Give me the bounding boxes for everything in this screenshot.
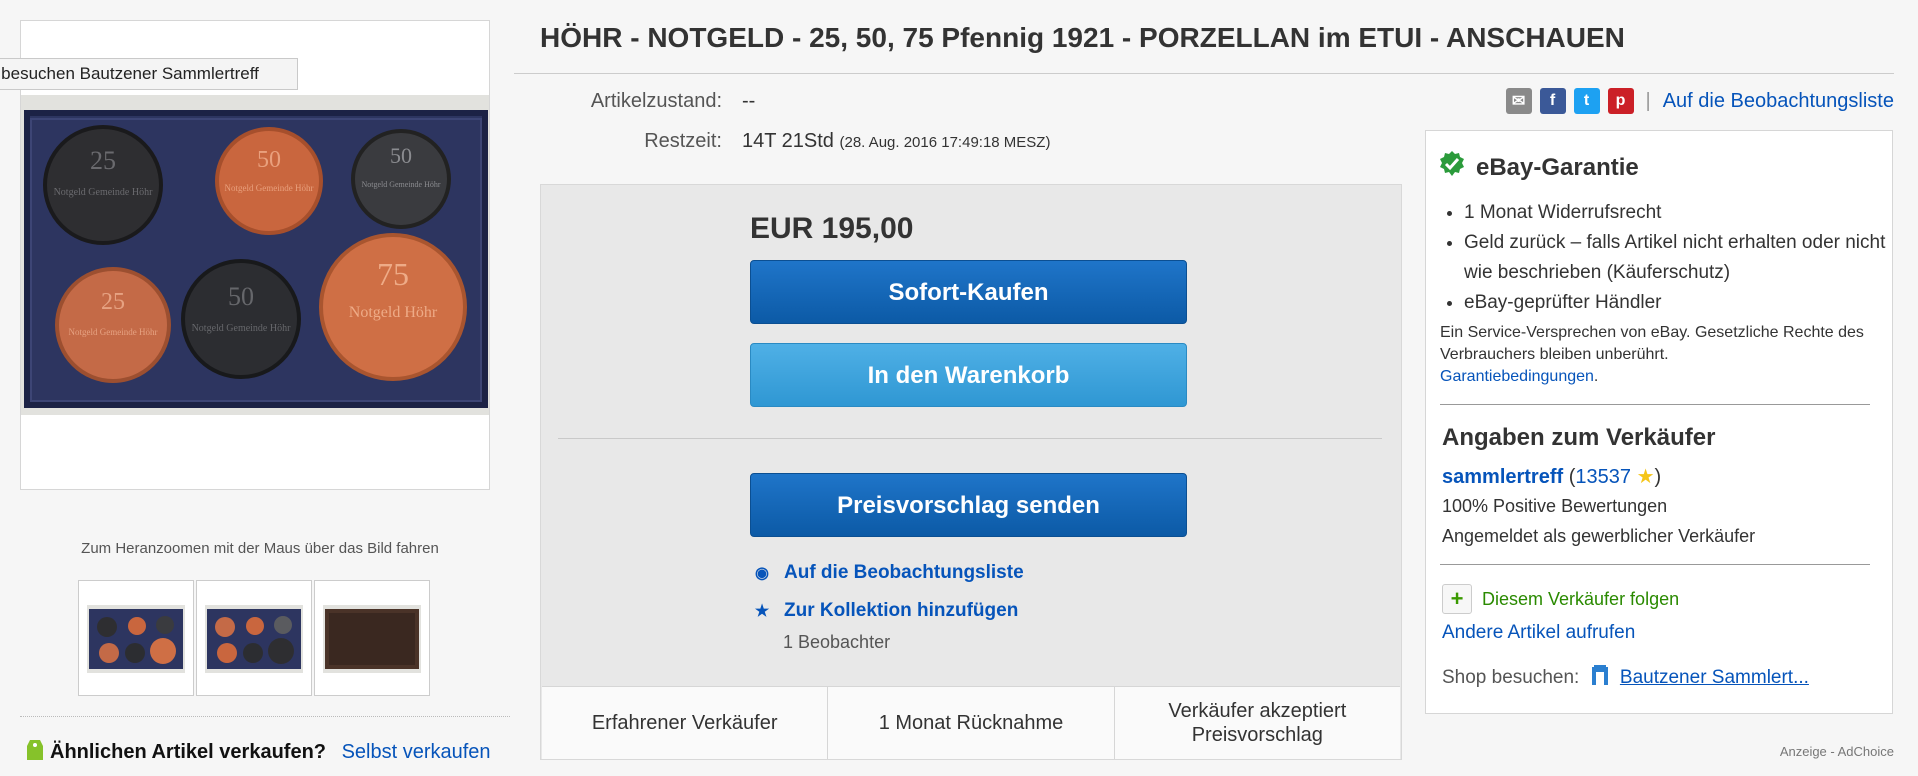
end-time: (28. Aug. 2016 17:49:18 MESZ) — [839, 134, 1051, 151]
sell-similar-label: Ähnlichen Artikel verkaufen? — [50, 741, 326, 763]
price: EUR 195,00 — [750, 212, 914, 245]
guarantee-note: Ein Service-Versprechen von eBay. Gesetz… — [1440, 322, 1880, 388]
divider — [514, 73, 1894, 74]
condition-label: Artikelzustand: — [590, 90, 722, 112]
twitter-icon[interactable]: t — [1573, 88, 1600, 114]
positive-feedback: 100% Positive Bewertungen — [1442, 496, 1668, 516]
coin-3-text: Notgeld Gemeinde Höhr — [361, 180, 440, 189]
coin-6-number: 75 — [377, 256, 409, 292]
collection-action[interactable]: ★ Zur Kollektion hinzufügen — [752, 600, 1018, 622]
feature-accepts-offer: Verkäufer akzeptiert Preisvorschlag — [1168, 700, 1347, 746]
watch-action-label: Auf die Beobachtungsliste — [784, 562, 1024, 583]
coin-6-text: Notgeld Höhr — [349, 304, 438, 321]
collection-action-label: Zur Kollektion hinzufügen — [784, 600, 1019, 621]
separator: | — [1645, 89, 1651, 112]
condition-value: -- — [742, 90, 756, 112]
coin-1-text: Notgeld Gemeinde Höhr — [54, 187, 154, 198]
terms-period: . — [1593, 368, 1599, 385]
thumbnail-1[interactable] — [78, 580, 194, 696]
facebook-icon[interactable]: f — [1539, 88, 1566, 114]
guarantee-item: eBay-geprüfter Händler — [1464, 288, 1904, 318]
time-left-value: 14T 21Std (28. Aug. 2016 17:49:18 MESZ) — [742, 130, 1050, 153]
time-left-duration: 14T 21Std — [742, 130, 834, 152]
divider — [1440, 404, 1870, 405]
add-to-cart-button[interactable]: In den Warenkorb — [750, 343, 1187, 407]
divider — [20, 716, 510, 717]
email-icon[interactable]: ✉ — [1505, 88, 1532, 114]
other-items-row: Andere Artikel aufrufen — [1442, 622, 1635, 644]
coin-4-number: 25 — [101, 289, 125, 315]
feature-strip: Erfahrener Verkäufer 1 Monat Rücknahme V… — [542, 686, 1400, 759]
sell-similar-row: Ähnlichen Artikel verkaufen? Selbst verk… — [26, 738, 491, 764]
plus-icon: + — [1442, 584, 1472, 614]
thumbnail-3[interactable] — [314, 580, 430, 696]
image-tooltip: o besuchen Bautzener Sammlertreff — [0, 58, 298, 90]
shop-row: Shop besuchen: Bautzener Sammlert... — [1442, 664, 1809, 689]
seller-name-link[interactable]: sammlertreff — [1442, 466, 1563, 488]
feature-experienced-seller: Erfahrener Verkäufer — [542, 687, 829, 759]
guarantee-title: eBay-Garantie — [1476, 153, 1639, 181]
watchlist-link[interactable]: Auf die Beobachtungsliste — [1663, 90, 1894, 113]
coin-3-number: 50 — [390, 143, 412, 168]
other-items-link[interactable]: Andere Artikel aufrufen — [1442, 622, 1635, 643]
guarantee-item: 1 Monat Widerrufsrecht — [1464, 198, 1904, 228]
make-offer-button[interactable]: Preisvorschlag senden — [750, 473, 1187, 537]
shop-label: Shop besuchen: — [1442, 667, 1580, 688]
eye-icon: ◉ — [755, 565, 769, 582]
thumbnail-2[interactable] — [196, 580, 312, 696]
divider — [1440, 564, 1870, 565]
sell-yourself-link[interactable]: Selbst verkaufen — [342, 741, 491, 763]
time-left-label: Restzeit: — [644, 130, 722, 152]
main-product-image[interactable]: 25 50 50 25 50 75 Notgeld Gemeinde Höhr … — [21, 95, 489, 415]
seller-name-row: sammlertreff (13537 ★) — [1442, 464, 1661, 489]
score-paren-close: ) — [1654, 466, 1662, 488]
pinterest-icon[interactable]: p — [1607, 88, 1634, 114]
guarantee-item: Geld zurück – falls Artikel nicht erhalt… — [1464, 228, 1904, 288]
guarantee-list: 1 Monat Widerrufsrecht Geld zurück – fal… — [1440, 198, 1904, 318]
shop-icon — [1591, 664, 1609, 686]
share-bar: ✉ f t p | Auf die Beobachtungsliste — [1505, 88, 1894, 114]
coin-4-text: Notgeld Gemeinde Höhr — [69, 327, 158, 337]
buy-now-button[interactable]: Sofort-Kaufen — [750, 260, 1187, 324]
star-badge-icon: ★ — [1636, 466, 1655, 488]
guarantee-check-icon — [1438, 150, 1466, 185]
coin-2-text: Notgeld Gemeinde Höhr — [225, 183, 314, 193]
guarantee-header: eBay-Garantie — [1438, 150, 1639, 185]
guarantee-terms-link[interactable]: Garantiebedingungen — [1440, 368, 1594, 385]
coin-2-number: 50 — [257, 147, 281, 173]
zoom-hint: Zum Heranzoomen mit der Maus über das Bi… — [81, 540, 439, 557]
star-icon: ★ — [754, 603, 770, 620]
feature-returns: 1 Monat Rücknahme — [828, 687, 1115, 759]
shop-link[interactable]: Bautzener Sammlert... — [1620, 667, 1809, 688]
follow-seller[interactable]: + Diesem Verkäufer folgen — [1442, 584, 1679, 614]
seller-section-title: Angaben zum Verkäufer — [1442, 424, 1716, 451]
guarantee-note-text: Ein Service-Versprechen von eBay. Gesetz… — [1440, 324, 1864, 363]
coin-1-number: 25 — [90, 146, 116, 175]
main-image-frame[interactable]: 25 50 50 25 50 75 Notgeld Gemeinde Höhr … — [20, 20, 490, 490]
divider — [558, 438, 1382, 439]
coin-5-number: 50 — [228, 282, 254, 311]
item-title: HÖHR - NOTGELD - 25, 50, 75 Pfennig 1921… — [540, 22, 1625, 53]
feedback-score-link[interactable]: 13537 — [1575, 466, 1631, 488]
adchoice-label[interactable]: Anzeige - AdChoice — [1780, 744, 1894, 759]
watch-action[interactable]: ◉ Auf die Beobachtungsliste — [752, 562, 1024, 584]
seller-registration: Angemeldet als gewerblicher Verkäufer — [1442, 526, 1756, 546]
follow-seller-label: Diesem Verkäufer folgen — [1482, 588, 1680, 609]
coin-5-text: Notgeld Gemeinde Höhr — [192, 323, 292, 334]
watcher-count: 1 Beobachter — [783, 632, 891, 652]
price-tag-icon — [26, 738, 44, 762]
